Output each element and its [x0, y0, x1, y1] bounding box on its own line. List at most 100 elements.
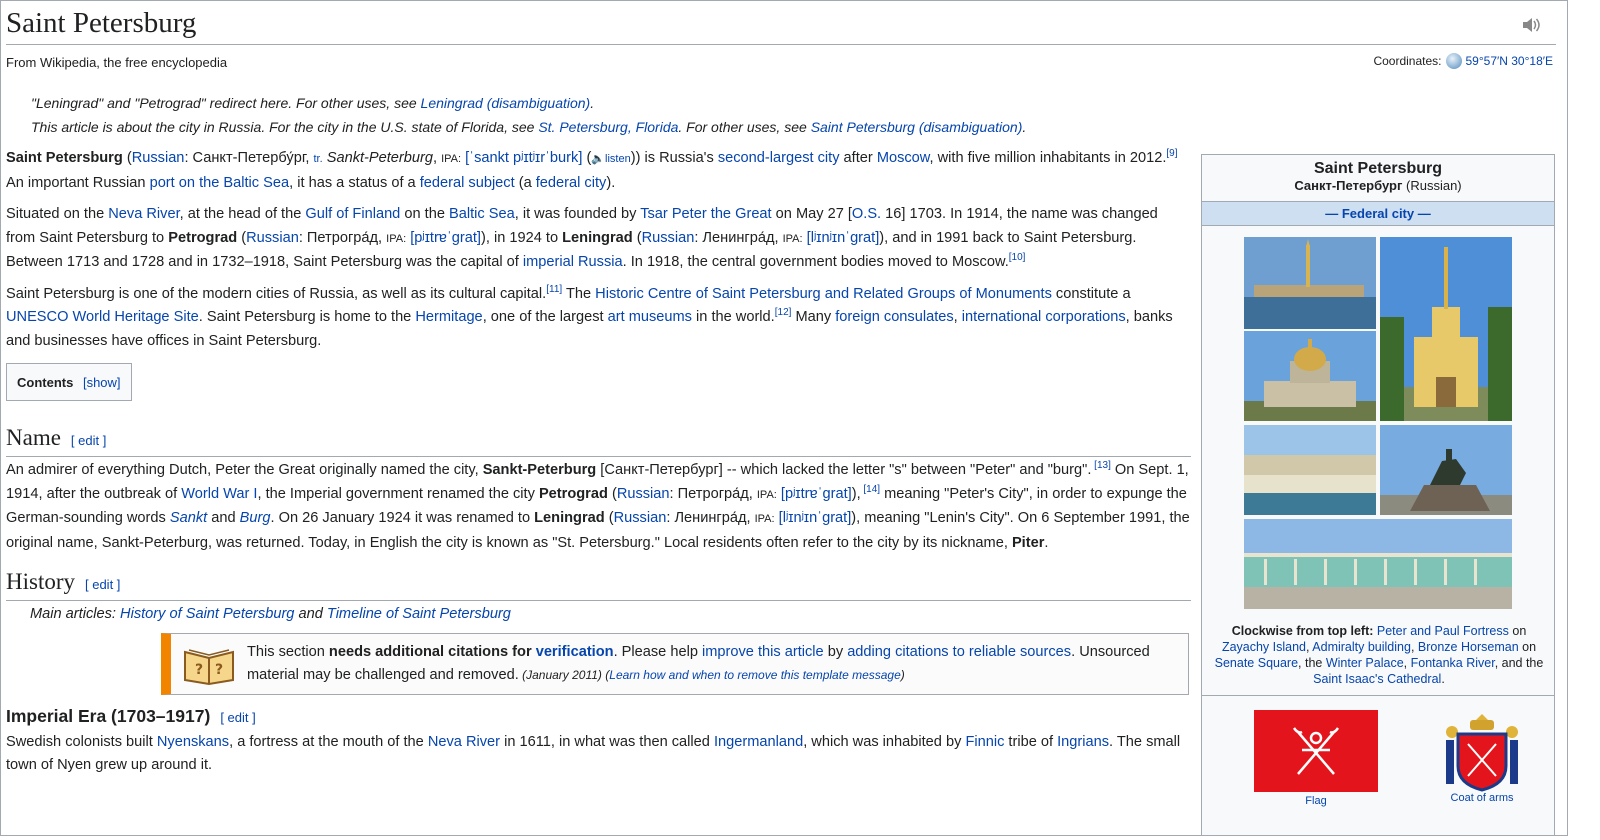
section-heading-imperial-era: Imperial Era (1703–1917) [ edit ] — [6, 703, 1191, 731]
port-baltic-sea-link[interactable]: port on the Baltic Sea — [150, 175, 290, 191]
citation-link[interactable]: [11] — [546, 284, 562, 295]
hermitage-link[interactable]: Hermitage — [415, 309, 482, 325]
admiralty-building-photo[interactable] — [1380, 237, 1512, 421]
citation-link[interactable]: [14] — [861, 484, 880, 495]
edit-section-link[interactable]: [ edit ] — [220, 710, 255, 725]
coat-of-arms-label[interactable]: Coat of arms — [1430, 792, 1534, 804]
ingermanland-link[interactable]: Ingermanland — [714, 734, 803, 750]
saint-petersburg-disambiguation-link[interactable]: Saint Petersburg (disambiguation) — [811, 119, 1023, 135]
russian-language-link[interactable]: Russian — [132, 150, 185, 166]
historic-centre-link[interactable]: Historic Centre of Saint Petersburg and … — [595, 286, 1052, 302]
ipa-label: IPA: — [782, 232, 803, 245]
text: ( — [122, 150, 132, 166]
text: : Петрогра́д, — [298, 229, 387, 246]
heading-text: Imperial Era (1703–1917) — [6, 705, 211, 726]
flag-label[interactable]: Flag — [1254, 795, 1378, 807]
infobox-divider — [1202, 695, 1554, 696]
old-style-link[interactable]: O.S. — [852, 206, 881, 222]
coordinates-link[interactable]: 59°57′N 30°18′E — [1466, 54, 1554, 68]
ipa-pronunciation-link[interactable]: [lʲɪnʲɪnˈgrat] — [779, 510, 852, 526]
timeline-article-link[interactable]: Timeline of Saint Petersburg — [327, 606, 511, 622]
senate-square-link[interactable]: Senate Square — [1215, 656, 1298, 670]
art-museums-link[interactable]: art museums — [608, 309, 692, 325]
federal-city-link[interactable]: federal city — [536, 175, 607, 191]
fontanka-river-photo[interactable] — [1244, 425, 1376, 515]
peter-paul-fortress-link[interactable]: Peter and Paul Fortress — [1377, 624, 1509, 638]
transliteration-link[interactable]: tr. — [314, 153, 323, 165]
verification-link[interactable]: verification — [536, 644, 614, 660]
text: ( — [604, 510, 614, 526]
city-flag-image[interactable] — [1254, 710, 1378, 792]
peter-the-great-link[interactable]: Tsar Peter the Great — [640, 206, 771, 222]
adding-citations-link[interactable]: adding citations to reliable sources — [847, 644, 1071, 660]
citation-link[interactable]: [12] — [775, 307, 792, 318]
bold-term: needs additional citations for — [328, 643, 536, 660]
neva-river-link[interactable]: Neva River — [108, 206, 179, 222]
text: constitute a — [1051, 285, 1131, 302]
moscow-link[interactable]: Moscow — [877, 150, 930, 166]
admiralty-building-link[interactable]: Admiralty building — [1312, 640, 1411, 654]
burg-link[interactable]: Burg — [240, 510, 271, 526]
page-title-text: Saint Petersburg — [6, 7, 197, 39]
federal-subject-link[interactable]: federal subject — [420, 175, 515, 191]
text: Swedish colonists built — [6, 733, 157, 750]
foreign-consulates-link[interactable]: foreign consulates — [835, 309, 953, 325]
improve-article-link[interactable]: improve this article — [702, 644, 824, 660]
finnic-link[interactable]: Finnic — [965, 734, 1004, 750]
learn-remove-template-link[interactable]: Learn how and when to remove this templa… — [609, 668, 901, 682]
svg-text:?: ? — [215, 662, 223, 678]
native-name-text: Санкт-Петербург — [1294, 178, 1403, 193]
second-largest-city-link[interactable]: second-largest city — [718, 150, 840, 166]
winter-palace-photo[interactable] — [1244, 519, 1512, 609]
bronze-horseman-photo[interactable] — [1380, 425, 1512, 515]
st-petersburg-florida-link[interactable]: St. Petersburg, Florida — [538, 119, 678, 135]
hatnote-about: This article is about the city in Russia… — [31, 119, 1026, 135]
russian-language-link[interactable]: Russian — [617, 486, 670, 502]
citation-link[interactable]: [10] — [1009, 252, 1026, 263]
edit-section-link[interactable]: [ edit ] — [71, 433, 106, 448]
russian-language-link[interactable]: Russian — [642, 230, 695, 246]
ipa-pronunciation-link[interactable]: [pʲɪtrɐˈgrat] — [781, 486, 852, 502]
history-article-link[interactable]: History of Saint Petersburg — [120, 606, 294, 622]
toc-title: Contents — [17, 375, 74, 390]
fontanka-river-link[interactable]: Fontanka River — [1411, 656, 1495, 670]
listen-speaker-icon[interactable]: 🔈 — [591, 153, 605, 165]
globe-icon[interactable] — [1445, 53, 1462, 69]
international-corporations-link[interactable]: international corporations — [962, 309, 1126, 325]
ingrians-link[interactable]: Ingrians — [1057, 734, 1109, 750]
sankt-link[interactable]: Sankt — [170, 510, 207, 526]
edit-section-link[interactable]: [ edit ] — [85, 577, 120, 592]
nyenskans-link[interactable]: Nyenskans — [157, 734, 229, 750]
bronze-horseman-link[interactable]: Bronze Horseman — [1418, 640, 1519, 654]
bold-term: Piter — [1011, 534, 1045, 551]
citation-link[interactable]: [9] — [1166, 148, 1177, 159]
saint-isaacs-cathedral-photo[interactable] — [1244, 331, 1376, 421]
saint-isaacs-cathedral-link[interactable]: Saint Isaac's Cathedral — [1313, 672, 1441, 686]
winter-palace-link[interactable]: Winter Palace — [1326, 656, 1404, 670]
toc-show-toggle[interactable]: [show] — [83, 375, 121, 390]
bold-term: Petrograd — [538, 485, 608, 502]
coat-of-arms-image[interactable] — [1442, 710, 1522, 796]
ipa-pronunciation-link[interactable]: [lʲɪnʲɪnˈgrat] — [807, 230, 880, 246]
citation-link[interactable]: [13] — [1091, 460, 1111, 471]
russian-language-link[interactable]: Russian — [614, 510, 667, 526]
infobox: Saint Petersburg Санкт-Петербург (Russia… — [1201, 154, 1555, 835]
neva-river-link[interactable]: Neva River — [428, 734, 500, 750]
world-war-i-link[interactable]: World War I — [181, 486, 257, 502]
photo-montage[interactable] — [1244, 237, 1512, 609]
text: Saint Petersburg is one of the modern ci… — [6, 285, 547, 302]
infobox-subheader[interactable]: — Federal city — — [1202, 201, 1554, 226]
ipa-pronunciation-link[interactable]: [pʲɪtrɐˈgrat] — [410, 230, 481, 246]
text: Main articles: — [30, 606, 121, 622]
russian-language-link[interactable]: Russian — [246, 230, 299, 246]
ipa-pronunciation-link[interactable]: [ˈsankt pʲɪtʲɪrˈburk] — [465, 150, 582, 166]
zayachy-island-link[interactable]: Zayachy Island — [1222, 640, 1306, 654]
leningrad-disambiguation-link[interactable]: Leningrad (disambiguation) — [421, 95, 591, 111]
unesco-link[interactable]: UNESCO World Heritage Site — [6, 309, 199, 325]
imperial-russia-link[interactable]: imperial Russia — [523, 254, 623, 270]
peter-paul-fortress-photo[interactable] — [1244, 237, 1376, 329]
baltic-sea-link[interactable]: Baltic Sea — [449, 206, 515, 222]
audio-speaker-icon[interactable] — [1520, 16, 1542, 34]
listen-link[interactable]: listen — [605, 153, 631, 165]
gulf-of-finland-link[interactable]: Gulf of Finland — [305, 206, 400, 222]
